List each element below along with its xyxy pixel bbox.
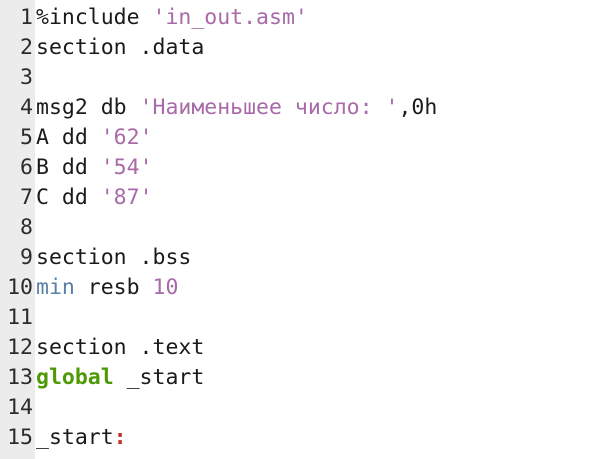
line-number: 13 xyxy=(7,364,33,390)
code-line[interactable]: 12 section .text xyxy=(0,332,610,362)
code-token-string: '87' xyxy=(100,184,153,210)
line-number: 8 xyxy=(20,214,33,240)
line-number: 9 xyxy=(20,244,33,270)
code-line[interactable]: 15 _start: xyxy=(0,422,610,452)
line-code[interactable]: _start: xyxy=(35,425,127,450)
line-number: 5 xyxy=(20,124,33,150)
code-token-string: '62' xyxy=(100,124,153,150)
code-token-default: section .text xyxy=(36,334,205,360)
code-line[interactable]: 13 global _start xyxy=(0,362,610,392)
code-line[interactable]: 7C dd '87' xyxy=(0,182,610,212)
code-token-default: A dd xyxy=(36,124,101,150)
code-token-number: 10 xyxy=(152,274,179,300)
code-line[interactable]: 1 %include 'in_out.asm' xyxy=(0,2,610,32)
line-code[interactable]: section .data xyxy=(35,35,204,60)
code-line[interactable]: 9 section .bss xyxy=(0,242,610,272)
line-code[interactable]: C dd '87' xyxy=(35,185,153,210)
line-code[interactable]: A dd '62' xyxy=(35,125,153,150)
code-token-default: section .bss xyxy=(36,244,192,270)
code-token-keyword: global xyxy=(36,364,114,390)
code-line[interactable]: 10 min resb 10 xyxy=(0,272,610,302)
line-code[interactable]: B dd '54' xyxy=(35,155,153,180)
code-lines[interactable]: 1 %include 'in_out.asm' 2 section .data 3 4 ms… xyxy=(0,2,610,452)
code-token-default: resb xyxy=(74,274,153,300)
code-token-default: msg2 db xyxy=(36,94,140,120)
line-number: 2 xyxy=(20,34,33,60)
code-token-default: ,0h xyxy=(398,94,438,120)
code-line[interactable]: 4 msg2 db 'Наименьшее число: ',0h xyxy=(0,92,610,122)
line-number: 6 xyxy=(20,154,33,180)
code-token-default: _start xyxy=(113,364,205,390)
line-number: 14 xyxy=(7,394,33,420)
line-number: 10 xyxy=(7,274,33,300)
line-number: 1 xyxy=(20,4,33,30)
code-token-register: min xyxy=(36,274,75,300)
code-line[interactable]: 2 section .data xyxy=(0,32,610,62)
line-number: 15 xyxy=(7,424,33,450)
code-token-string: '54' xyxy=(100,154,153,180)
line-number: 11 xyxy=(7,304,33,330)
code-token-default: C dd xyxy=(36,184,101,210)
line-code[interactable]: global _start xyxy=(35,365,204,390)
code-token-string: 'in_out.asm' xyxy=(152,4,308,30)
line-code[interactable]: section .text xyxy=(35,335,204,360)
line-number: 12 xyxy=(7,334,33,360)
code-line[interactable]: 11 xyxy=(0,302,610,332)
code-line[interactable]: 14 xyxy=(0,392,610,422)
code-token-string: 'Наименьшее число: ' xyxy=(139,94,399,120)
line-code[interactable]: min resb 10 xyxy=(35,275,178,300)
code-token-default: section .data xyxy=(36,34,205,60)
line-code[interactable]: %include 'in_out.asm' xyxy=(35,5,308,30)
code-token-default: B dd xyxy=(36,154,101,180)
code-token-default: %include xyxy=(36,4,153,30)
line-number: 7 xyxy=(20,184,33,210)
line-code[interactable]: section .bss xyxy=(35,245,191,270)
code-line[interactable]: 3 xyxy=(0,62,610,92)
line-number: 4 xyxy=(20,94,33,120)
code-editor[interactable]: 1 %include 'in_out.asm' 2 section .data 3 4 ms… xyxy=(0,0,610,459)
code-line[interactable]: 5A dd '62' xyxy=(0,122,610,152)
code-line[interactable]: 8 xyxy=(0,212,610,242)
code-token-label: _start xyxy=(36,424,114,450)
line-code[interactable]: msg2 db 'Наименьшее число: ',0h xyxy=(35,95,437,120)
code-token-colon: : xyxy=(113,424,127,450)
line-number: 3 xyxy=(20,64,33,90)
code-line[interactable]: 6B dd '54' xyxy=(0,152,610,182)
